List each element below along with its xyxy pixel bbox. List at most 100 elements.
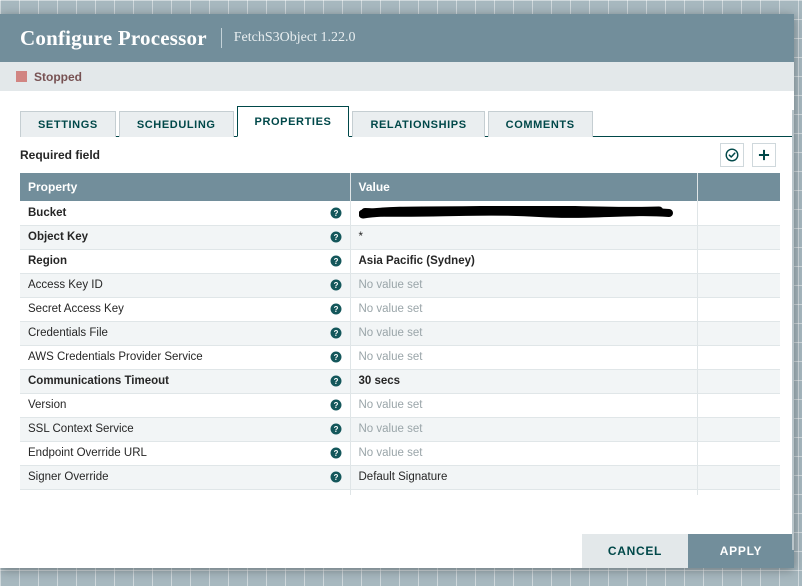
apply-button[interactable]: APPLY — [688, 534, 794, 568]
property-extra-cell — [696, 369, 780, 394]
property-value: No value set — [358, 279, 423, 291]
table-row[interactable]: AWS Credentials Provider Service? No valu… — [20, 345, 780, 370]
help-circle-icon[interactable]: ? — [330, 423, 342, 435]
property-value-cell[interactable]: Default Signature — [349, 465, 697, 490]
status-badge: Stopped — [34, 69, 82, 84]
property-extra-cell — [696, 201, 780, 226]
svg-text:?: ? — [333, 329, 338, 338]
property-name: Communications Timeout — [28, 375, 169, 387]
processor-type-version: FetchS3Object 1.22.0 — [233, 30, 356, 45]
title-divider — [220, 28, 222, 48]
property-name-cell: Access Key ID? — [20, 273, 350, 298]
property-name: Bucket — [28, 206, 67, 219]
property-extra-cell — [696, 489, 780, 495]
table-row[interactable]: Encryption Service? No value set — [20, 489, 780, 496]
properties-table-body: Bucket? Object Key? * Region? Asia Pacific (… — [20, 201, 780, 496]
check-circle-icon — [725, 148, 739, 162]
property-name: Secret Access Key — [28, 303, 124, 315]
help-circle-icon[interactable]: ? — [330, 279, 342, 291]
required-field-label: Required field — [20, 148, 101, 162]
property-name-cell: Bucket? — [20, 201, 350, 226]
table-header-row: Property Value — [20, 173, 780, 201]
cancel-button[interactable]: CANCEL — [582, 534, 688, 568]
property-value: No value set — [358, 351, 423, 363]
property-value-cell[interactable]: Asia Pacific (Sydney) — [349, 249, 697, 274]
property-name: Endpoint Override URL — [28, 447, 147, 459]
svg-text:?: ? — [333, 305, 338, 314]
property-value-cell[interactable]: No value set — [349, 273, 697, 298]
property-extra-cell — [696, 465, 780, 490]
help-circle-icon[interactable]: ? — [330, 447, 342, 459]
help-circle-icon[interactable]: ? — [330, 471, 342, 483]
property-value-cell[interactable]: No value set — [349, 417, 697, 442]
svg-text:?: ? — [333, 257, 338, 266]
property-value-cell[interactable]: No value set — [349, 297, 697, 322]
property-extra-cell — [696, 345, 780, 370]
help-circle-icon[interactable]: ? — [330, 303, 342, 315]
property-value-cell[interactable]: No value set — [349, 345, 697, 370]
dialog-title: Configure Processor — [20, 25, 207, 50]
property-extra-cell — [696, 225, 780, 250]
svg-text:?: ? — [333, 209, 338, 218]
property-name: AWS Credentials Provider Service — [28, 351, 203, 363]
property-value-cell[interactable]: No value set — [349, 321, 697, 346]
property-name: Access Key ID — [28, 279, 103, 291]
property-extra-cell — [696, 441, 780, 466]
property-value: No value set — [358, 423, 423, 435]
property-extra-cell — [696, 321, 780, 346]
table-row[interactable]: Bucket? — [20, 201, 780, 226]
table-row[interactable]: Region? Asia Pacific (Sydney) — [20, 249, 780, 274]
tab-comments[interactable]: COMMENTS — [487, 111, 593, 137]
property-value: No value set — [358, 303, 423, 315]
table-row[interactable]: Version? No value set — [20, 393, 780, 418]
help-circle-icon[interactable]: ? — [330, 207, 342, 219]
help-circle-icon[interactable]: ? — [330, 375, 342, 387]
svg-text:?: ? — [333, 401, 338, 410]
tab-relationships[interactable]: RELATIONSHIPS — [352, 111, 485, 137]
property-name-cell: Version? — [20, 393, 350, 418]
table-row[interactable]: Endpoint Override URL? No value set — [20, 441, 780, 466]
dialog-scrollbar[interactable] — [792, 110, 794, 550]
table-row[interactable]: Access Key ID? No value set — [20, 273, 780, 298]
dialog-footer: CANCEL APPLY — [0, 534, 794, 568]
table-row[interactable]: Signer Override? Default Signature — [20, 465, 780, 490]
table-row[interactable]: SSL Context Service? No value set — [20, 417, 780, 442]
property-name-cell: Communications Timeout? — [20, 369, 350, 394]
properties-table-container[interactable]: Property Value Bucket? Object Key? * Region… — [20, 173, 780, 496]
tab-scheduling[interactable]: SCHEDULING — [118, 111, 234, 137]
tab-properties[interactable]: PROPERTIES — [236, 106, 350, 137]
property-name-cell: SSL Context Service? — [20, 417, 350, 442]
property-value-cell[interactable] — [349, 201, 697, 226]
property-value-cell[interactable]: 30 secs — [349, 369, 697, 394]
help-circle-icon[interactable]: ? — [330, 351, 342, 363]
properties-toolbar: Required field — [0, 137, 794, 173]
column-header-extra — [696, 173, 780, 201]
help-circle-icon[interactable]: ? — [330, 399, 342, 411]
property-name-cell: Secret Access Key? — [20, 297, 350, 322]
help-circle-icon[interactable]: ? — [330, 255, 342, 267]
property-value-cell[interactable]: * — [349, 225, 697, 250]
help-circle-icon[interactable]: ? — [330, 231, 342, 243]
redacted-value-scribble — [358, 205, 697, 219]
add-property-button[interactable] — [752, 143, 776, 167]
svg-text:?: ? — [333, 281, 338, 290]
verify-properties-button[interactable] — [720, 143, 744, 167]
table-row[interactable]: Object Key? * — [20, 225, 780, 250]
property-extra-cell — [696, 417, 780, 442]
dialog-header: Configure Processor FetchS3Object 1.22.0 — [0, 14, 794, 62]
property-name: Region — [28, 255, 67, 267]
property-value-cell[interactable]: No value set — [349, 489, 697, 495]
table-row[interactable]: Communications Timeout? 30 secs — [20, 369, 780, 394]
property-extra-cell — [696, 393, 780, 418]
property-extra-cell — [696, 249, 780, 274]
property-value-cell[interactable]: No value set — [349, 441, 697, 466]
tab-settings[interactable]: SETTINGS — [20, 111, 116, 137]
table-row[interactable]: Secret Access Key? No value set — [20, 297, 780, 322]
stopped-status-icon — [16, 71, 27, 82]
property-name: Credentials File — [28, 327, 108, 339]
table-row[interactable]: Credentials File? No value set — [20, 321, 780, 346]
property-value-cell[interactable]: No value set — [349, 393, 697, 418]
help-circle-icon[interactable]: ? — [330, 327, 342, 339]
help-circle-icon[interactable]: ? — [330, 495, 342, 496]
property-value: Asia Pacific (Sydney) — [358, 255, 475, 267]
